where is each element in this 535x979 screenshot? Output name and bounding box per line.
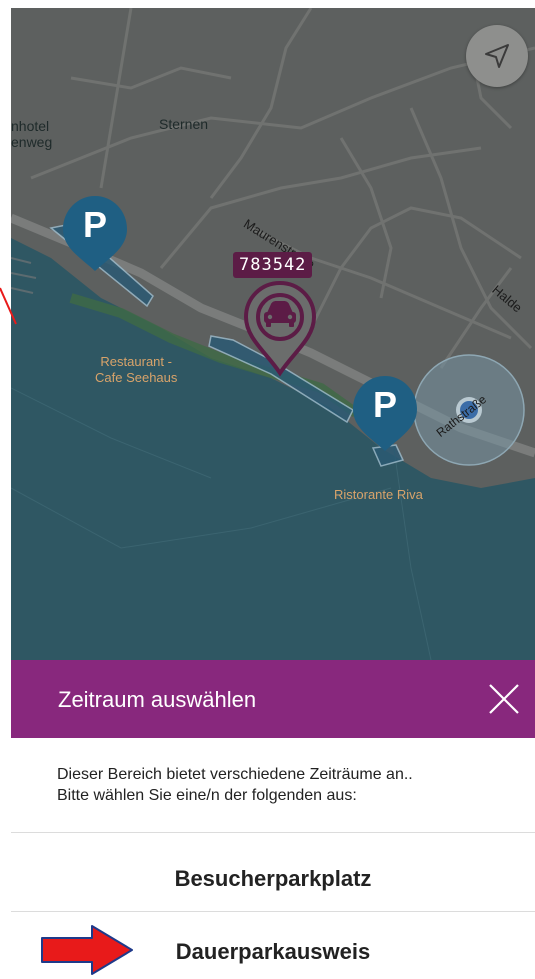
sheet-description: Dieser Bereich bietet verschiedene Zeitr…	[57, 764, 527, 806]
parking-pin-letter: P	[372, 384, 397, 425]
vehicle-plate-badge[interactable]: 783542	[233, 252, 313, 278]
map-label-sternen: Sternen	[159, 116, 209, 132]
map-label-restaurant: Restaurant - Cafe Seehaus	[95, 354, 178, 385]
description-line: Bitte wählen Sie eine/n der folgenden au…	[57, 787, 357, 804]
divider	[11, 832, 535, 833]
sheet-title: Zeitraum auswählen	[58, 687, 257, 712]
parking-pin-icon[interactable]: P	[64, 194, 126, 272]
locate-me-button[interactable]	[466, 25, 528, 87]
close-button[interactable]	[485, 680, 523, 718]
close-icon	[489, 684, 519, 714]
description-line: Dieser Bereich bietet verschiedene Zeitr…	[57, 766, 413, 783]
annotation-arrow-icon	[41, 925, 133, 975]
map-view[interactable]: nhotel enweg Sternen Maurenstraße Halde …	[11, 8, 535, 660]
map-label-ristorante: Ristorante Riva	[334, 487, 423, 502]
current-location-icon	[456, 397, 482, 423]
parking-pin-icon[interactable]: P	[354, 374, 416, 452]
car-icon[interactable]	[257, 294, 303, 374]
option-besucherparkplatz[interactable]: Besucherparkplatz	[11, 840, 535, 918]
parking-pin-letter: P	[82, 204, 107, 245]
map-label-hotel: nhotel enweg	[11, 118, 53, 150]
sheet-header: Zeitraum auswählen	[11, 660, 535, 738]
annotation-line	[0, 287, 17, 325]
navigation-arrow-icon	[485, 44, 509, 68]
app-screen: nhotel enweg Sternen Maurenstraße Halde …	[0, 0, 535, 979]
divider	[11, 911, 535, 912]
